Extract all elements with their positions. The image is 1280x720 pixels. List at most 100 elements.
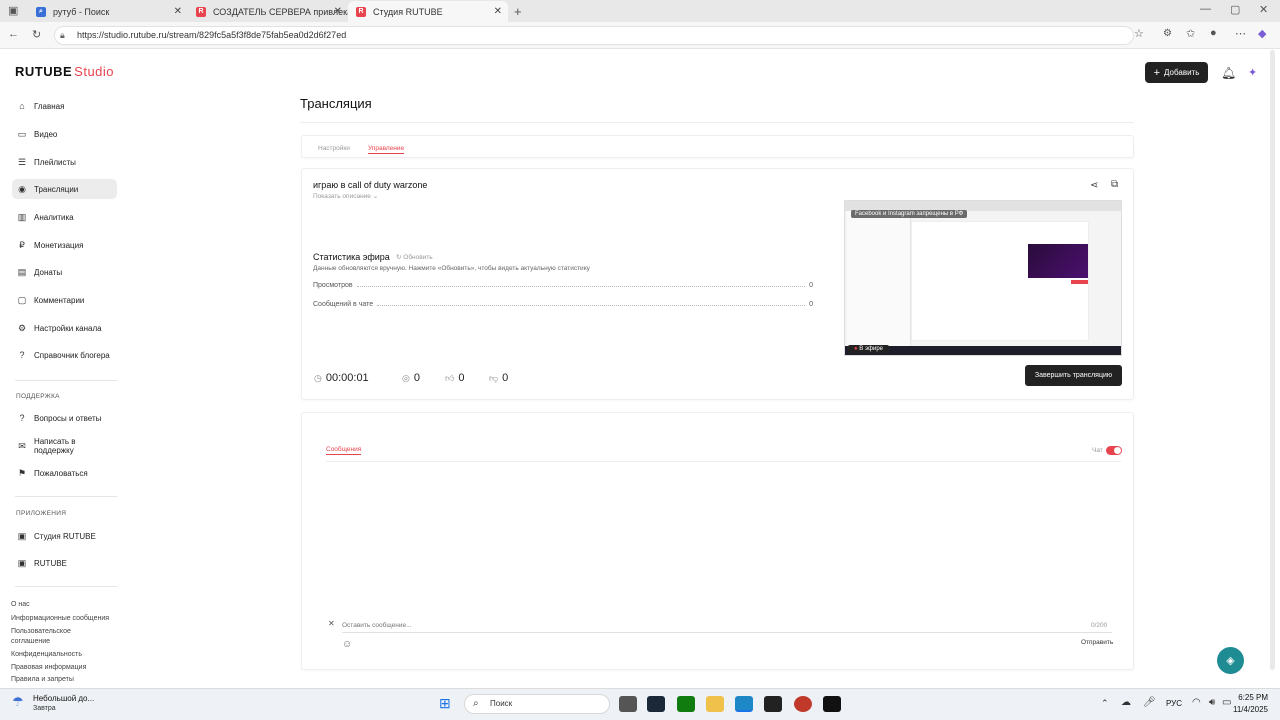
favorites-icon[interactable]: ✩ — [1186, 27, 1195, 40]
char-counter: 0/200 — [1091, 622, 1108, 629]
footer-link[interactable]: Правила и запреты — [11, 676, 74, 683]
minimize-icon[interactable]: — — [1200, 3, 1211, 15]
close-icon[interactable]: ✕ — [174, 6, 182, 17]
cod-icon[interactable] — [823, 696, 841, 712]
show-description-link[interactable]: Показать описание ⌄ — [313, 192, 378, 200]
browser-tab-active[interactable]: R Студия RUTUBE ✕ — [348, 1, 508, 22]
language-indicator[interactable]: РУС — [1166, 699, 1182, 708]
chat-toggle[interactable] — [1106, 446, 1122, 455]
copilot-icon[interactable]: ◆ — [1258, 27, 1266, 40]
close-icon[interactable]: ✕ — [494, 6, 502, 17]
new-tab-icon[interactable]: + — [514, 4, 522, 19]
sidebar-item-rutube-app[interactable]: ▣ RUTUBE — [12, 553, 117, 573]
footer-link[interactable]: Пользовательское — [11, 628, 71, 635]
sidebar-item-broadcasts[interactable]: ◉ Трансляции — [12, 179, 117, 199]
footer-link[interactable]: Конфиденциальность — [11, 651, 82, 658]
viewers-metric: ◎ 0 — [402, 372, 420, 384]
tab-title: Студия RUTUBE — [373, 6, 443, 17]
chat-divider — [326, 461, 1121, 462]
edge-icon[interactable] — [735, 696, 753, 712]
likes-value: 0 — [458, 372, 465, 384]
chat-message-input[interactable] — [342, 618, 1112, 633]
live-badge: ● В эфире — [848, 345, 889, 353]
extensions-icon[interactable]: ⚙ — [1163, 28, 1172, 39]
cloud-icon[interactable]: ☁ — [1121, 697, 1131, 708]
wifi-icon[interactable]: ◠ — [1192, 697, 1201, 708]
home-icon: ⌂ — [19, 101, 25, 111]
sidebar-item-studio-app[interactable]: ▣ Студия RUTUBE — [12, 526, 117, 546]
share-icon[interactable]: ⋖ — [1090, 180, 1098, 191]
sidebar-item-playlists[interactable]: ☰ Плейлисты — [12, 152, 117, 172]
epic-games-icon[interactable] — [764, 696, 782, 712]
bell-icon[interactable]: 🔔︎ — [1221, 66, 1236, 80]
back-icon[interactable]: ← — [8, 28, 19, 40]
support-chat-button[interactable]: ◈ — [1217, 647, 1244, 674]
maximize-icon[interactable]: ▢ — [1230, 3, 1240, 16]
sidebar-item-label: Видео — [34, 129, 58, 139]
weather-title[interactable]: Небольшой до... — [33, 694, 94, 703]
windows-start-icon[interactable]: ⊞ — [439, 695, 451, 712]
footer-link[interactable]: Информационные сообщения — [11, 615, 109, 622]
reload-icon[interactable]: ↻ — [32, 28, 41, 41]
clock-date[interactable]: 11/4/2025 — [1226, 705, 1268, 714]
tab-messages[interactable]: Сообщения — [326, 446, 362, 455]
opera-gx-icon[interactable] — [794, 696, 812, 712]
footer-link[interactable]: Правовая информация — [11, 664, 86, 671]
tab-actions-icon[interactable]: ▣ — [8, 4, 18, 17]
avatar[interactable]: ✦ — [1248, 66, 1257, 79]
end-stream-button[interactable]: Завершить трансляцию — [1025, 365, 1122, 386]
chevron-up-icon[interactable]: ⌃ — [1101, 698, 1109, 709]
title-divider — [300, 122, 1134, 123]
volume-icon[interactable]: 🔊︎ — [1209, 697, 1215, 708]
window-close-icon[interactable]: ✕ — [1259, 3, 1268, 16]
stat-value: 0 — [809, 301, 813, 308]
rutube-studio-logo[interactable]: RUTUBE Studio — [15, 64, 114, 79]
add-button[interactable]: + Добавить — [1145, 62, 1208, 83]
sidebar-item-analytics[interactable]: ▥ Аналитика — [12, 207, 117, 227]
clock-time[interactable]: 6:25 PM — [1236, 693, 1268, 702]
favorite-star-icon[interactable]: ☆ — [1134, 27, 1144, 40]
footer-link[interactable]: соглашение — [11, 638, 50, 645]
refresh-button[interactable]: ↻ Обновить — [396, 253, 433, 261]
sidebar-item-label: Монетизация — [34, 240, 84, 250]
sidebar-item-label: Настройки канала — [34, 323, 102, 333]
file-explorer-icon[interactable] — [706, 696, 724, 712]
sidebar-item-faq[interactable]: ? Вопросы и ответы — [12, 408, 117, 428]
sidebar-item-home[interactable]: ⌂ Главная — [12, 96, 117, 116]
chevron-down-icon: ⌄ — [372, 193, 379, 200]
open-external-icon[interactable]: ⧉ — [1111, 179, 1118, 190]
sidebar-item-monetization[interactable]: ₽ Монетизация — [12, 235, 117, 255]
xbox-icon[interactable] — [677, 696, 695, 712]
tab-settings[interactable]: Настройки — [318, 145, 350, 152]
send-button[interactable]: Отправить — [1081, 639, 1113, 646]
task-view-icon[interactable] — [619, 696, 637, 712]
flag-icon: ⚑ — [17, 467, 27, 478]
browser-tab[interactable]: R СОЗДАТЕЛЬ СЕРВЕРА привлекаю ✕ — [188, 1, 348, 22]
microphone-icon[interactable]: 🎤︎ — [1143, 697, 1156, 708]
add-button-label: Добавить — [1164, 68, 1200, 77]
sidebar-item-write-support[interactable]: ✉ Написать в поддержку — [12, 436, 117, 456]
emoji-icon[interactable]: ☺ — [342, 639, 352, 650]
more-menu-icon[interactable]: ⋯ — [1235, 27, 1246, 40]
sidebar-item-blogger-guide[interactable]: ? Справочник блогера — [12, 345, 117, 365]
dislikes-value: 0 — [502, 372, 509, 384]
close-icon[interactable]: ✕ — [334, 6, 342, 17]
footer-link[interactable]: О нас — [11, 601, 30, 608]
pin-icon[interactable]: ✕ — [328, 619, 335, 628]
scrollbar[interactable] — [1270, 50, 1275, 670]
page-title: Трансляция — [300, 96, 372, 111]
sidebar-item-donations[interactable]: ▤ Донаты — [12, 262, 117, 282]
stream-preview[interactable]: Facebook и Instagram запрещены в РФ ● В … — [844, 200, 1122, 356]
chat-toggle-label: Чат — [1092, 447, 1103, 454]
browser-tab[interactable]: ⌕ рутуб - Поиск ✕ — [28, 1, 188, 22]
url-field[interactable]: https://studio.rutube.ru/stream/829fc5a5… — [54, 26, 1134, 45]
sidebar-item-report[interactable]: ⚑ Пожаловаться — [12, 463, 117, 483]
taskbar-search[interactable]: ⌕ Поиск — [464, 694, 610, 714]
profile-icon[interactable]: ● — [1210, 27, 1217, 39]
app-icon: ▣ — [17, 557, 27, 568]
sidebar-item-video[interactable]: ▭ Видео — [12, 124, 117, 144]
tab-management[interactable]: Управление — [368, 145, 405, 154]
steam-icon[interactable] — [647, 696, 665, 712]
sidebar-item-comments[interactable]: ▢ Комментарии — [12, 290, 117, 310]
sidebar-item-channel-settings[interactable]: ⚙ Настройки канала — [12, 318, 117, 338]
